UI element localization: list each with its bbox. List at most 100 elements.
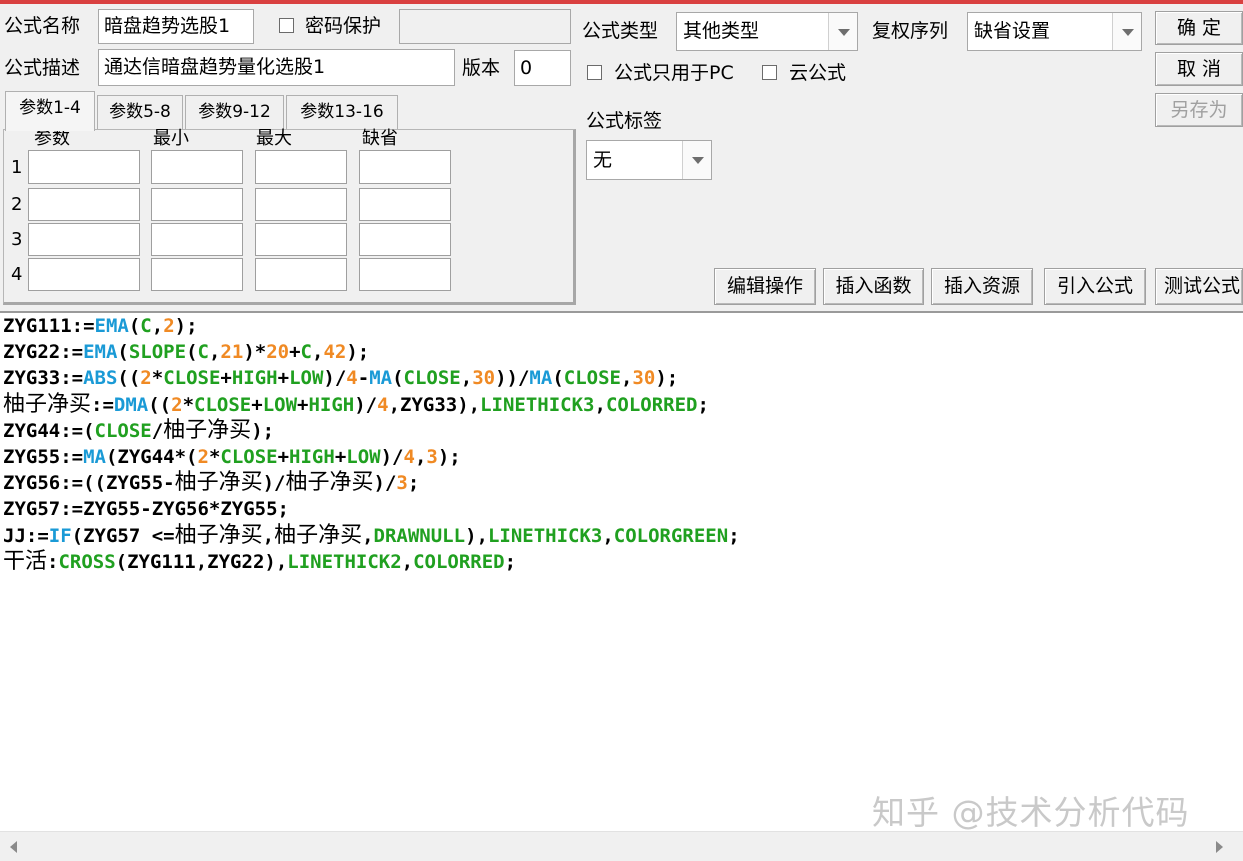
code-token: 42 — [323, 341, 347, 364]
code-token: MA — [83, 446, 106, 469]
code-token: ZYG44:=( — [3, 419, 95, 442]
code-line[interactable]: ZYG55:=MA(ZYG44*(2*CLOSE+HIGH+LOW)/4,3); — [3, 444, 740, 470]
code-token: , — [602, 524, 614, 547]
code-line[interactable]: ZYG22:=EMA(SLOPE(C,21)*20+C,42); — [3, 339, 740, 365]
code-line[interactable]: 柚子净买:=DMA((2*CLOSE+LOW+HIGH)/4,ZYG33),LI… — [3, 392, 740, 418]
code-token: ; — [697, 393, 709, 416]
code-token: ( — [186, 341, 198, 364]
param-name-cell[interactable] — [28, 188, 140, 221]
param-name-cell[interactable] — [28, 223, 140, 256]
code-token: CLOSE — [94, 419, 152, 442]
column-header-param: 参数 — [34, 128, 70, 149]
code-line[interactable]: ZYG33:=ABS((2*CLOSE+HIGH+LOW)/4-MA(CLOSE… — [3, 365, 740, 391]
code-editor[interactable]: ZYG111:=EMA(C,2); ZYG22:=EMA(SLOPE(C,21)*… — [0, 311, 1243, 831]
param-min-cell[interactable] — [151, 188, 243, 221]
code-line[interactable]: ZYG44:=(CLOSE/柚子净买); — [3, 418, 740, 444]
code-token: , — [262, 524, 275, 547]
code-token: COLORGREEN — [613, 524, 729, 547]
code-token: CLOSE — [403, 367, 461, 390]
code-token: 柚子净买 — [174, 522, 263, 548]
code-token: IF — [48, 524, 72, 547]
code-token: ZYG56:=((ZYG55- — [3, 472, 175, 495]
insert-function-button[interactable]: 插入函数 — [823, 268, 924, 305]
code-token: HIGH — [231, 367, 278, 390]
code-token: LINETHICK2 — [287, 550, 402, 573]
code-token: 3 — [426, 446, 438, 469]
adjust-series-select[interactable]: 缺省设置 — [967, 12, 1142, 51]
code-token: , — [594, 393, 606, 416]
code-token: ,ZYG33), — [388, 393, 481, 416]
row-number: 4 — [11, 264, 23, 285]
chevron-down-icon[interactable] — [682, 141, 711, 179]
code-line[interactable]: ZYG57:=ZYG55-ZYG56*ZYG55; — [3, 496, 740, 522]
code-token: 2 — [197, 446, 209, 469]
save-as-button[interactable]: 另存为 — [1155, 93, 1243, 127]
pc-only-checkbox[interactable] — [587, 65, 602, 80]
param-max-cell[interactable] — [255, 150, 347, 184]
cloud-formula-label: 云公式 — [789, 62, 847, 84]
formula-desc-label: 公式描述 — [4, 57, 81, 79]
horizontal-scrollbar[interactable] — [0, 831, 1243, 861]
code-token: + — [277, 446, 290, 469]
chevron-down-icon[interactable] — [828, 13, 857, 50]
password-protect-checkbox[interactable] — [279, 18, 294, 33]
version-input[interactable]: 0 — [514, 50, 571, 86]
param-default-cell[interactable] — [359, 258, 451, 291]
tab-params-13-16[interactable]: 参数13-16 — [286, 95, 398, 129]
import-formula-button[interactable]: 引入公式 — [1044, 268, 1146, 305]
tab-params-9-12[interactable]: 参数9-12 — [185, 95, 284, 129]
code-token: C — [197, 341, 209, 364]
param-max-cell[interactable] — [255, 223, 347, 256]
code-token: 柚子净买 — [285, 470, 374, 496]
code-token: (ZYG111,ZYG22), — [115, 550, 288, 573]
code-token: 干活 — [3, 548, 48, 574]
tab-params-5-8[interactable]: 参数5-8 — [97, 95, 183, 129]
insert-resource-button[interactable]: 插入资源 — [931, 268, 1033, 305]
code-token: * — [182, 393, 195, 416]
formula-desc-input[interactable]: 通达信暗盘趋势量化选股1 — [98, 49, 455, 86]
cloud-formula-checkbox[interactable] — [762, 65, 777, 80]
cancel-button[interactable]: 取 消 — [1155, 52, 1243, 86]
formula-name-input[interactable]: 暗盘趋势选股1 — [98, 9, 254, 44]
param-default-cell[interactable] — [359, 188, 451, 221]
formula-type-value: 其他类型 — [683, 20, 760, 42]
tab-params-1-4[interactable]: 参数1-4 — [5, 91, 95, 131]
test-formula-button[interactable]: 测试公式 — [1155, 268, 1243, 305]
ok-button[interactable]: 确 定 — [1155, 11, 1243, 45]
param-max-cell[interactable] — [255, 188, 347, 221]
formula-tag-value: 无 — [593, 149, 613, 171]
param-name-cell[interactable] — [28, 258, 140, 291]
code-token: ); — [174, 315, 198, 337]
scroll-right-arrow-icon[interactable] — [1216, 841, 1223, 853]
code-token: ; — [504, 550, 517, 573]
formula-tag-select[interactable]: 无 — [586, 140, 712, 180]
edit-operations-button[interactable]: 编辑操作 — [714, 268, 816, 305]
param-default-cell[interactable] — [359, 150, 451, 184]
window-top-border — [0, 0, 1243, 4]
code-token: 柚子净买 — [274, 522, 363, 548]
chevron-down-icon[interactable] — [1112, 13, 1141, 50]
code-token: ( — [392, 367, 404, 390]
code-line[interactable]: ZYG111:=EMA(C,2); — [3, 313, 740, 339]
code-token: ), — [465, 524, 488, 547]
code-text[interactable]: ZYG111:=EMA(C,2); ZYG22:=EMA(SLOPE(C,21)*… — [3, 313, 740, 575]
param-max-cell[interactable] — [255, 258, 347, 291]
code-token: 3 — [396, 472, 408, 495]
code-token: , — [620, 367, 633, 390]
scroll-left-arrow-icon[interactable] — [10, 841, 17, 853]
param-default-cell[interactable] — [359, 223, 451, 256]
code-line[interactable]: ZYG56:=((ZYG55-柚子净买)/柚子净买)/3; — [3, 470, 740, 496]
code-line[interactable]: 干活:CROSS(ZYG111,ZYG22),LINETHICK2,COLORR… — [3, 549, 740, 575]
code-token: 4 — [403, 446, 415, 469]
code-token: + — [251, 393, 263, 416]
param-min-cell[interactable] — [151, 258, 243, 291]
code-token: EMA — [83, 341, 118, 364]
formula-type-select[interactable]: 其他类型 — [676, 12, 858, 51]
code-token: 柚子净买 — [174, 470, 263, 496]
param-min-cell[interactable] — [151, 223, 243, 256]
param-name-cell[interactable] — [28, 150, 140, 184]
code-token: : — [47, 550, 59, 573]
param-min-cell[interactable] — [151, 150, 243, 184]
code-token: + — [334, 446, 347, 469]
code-line[interactable]: JJ:=IF(ZYG57 <=柚子净买,柚子净买,DRAWNULL),LINET… — [3, 523, 740, 549]
